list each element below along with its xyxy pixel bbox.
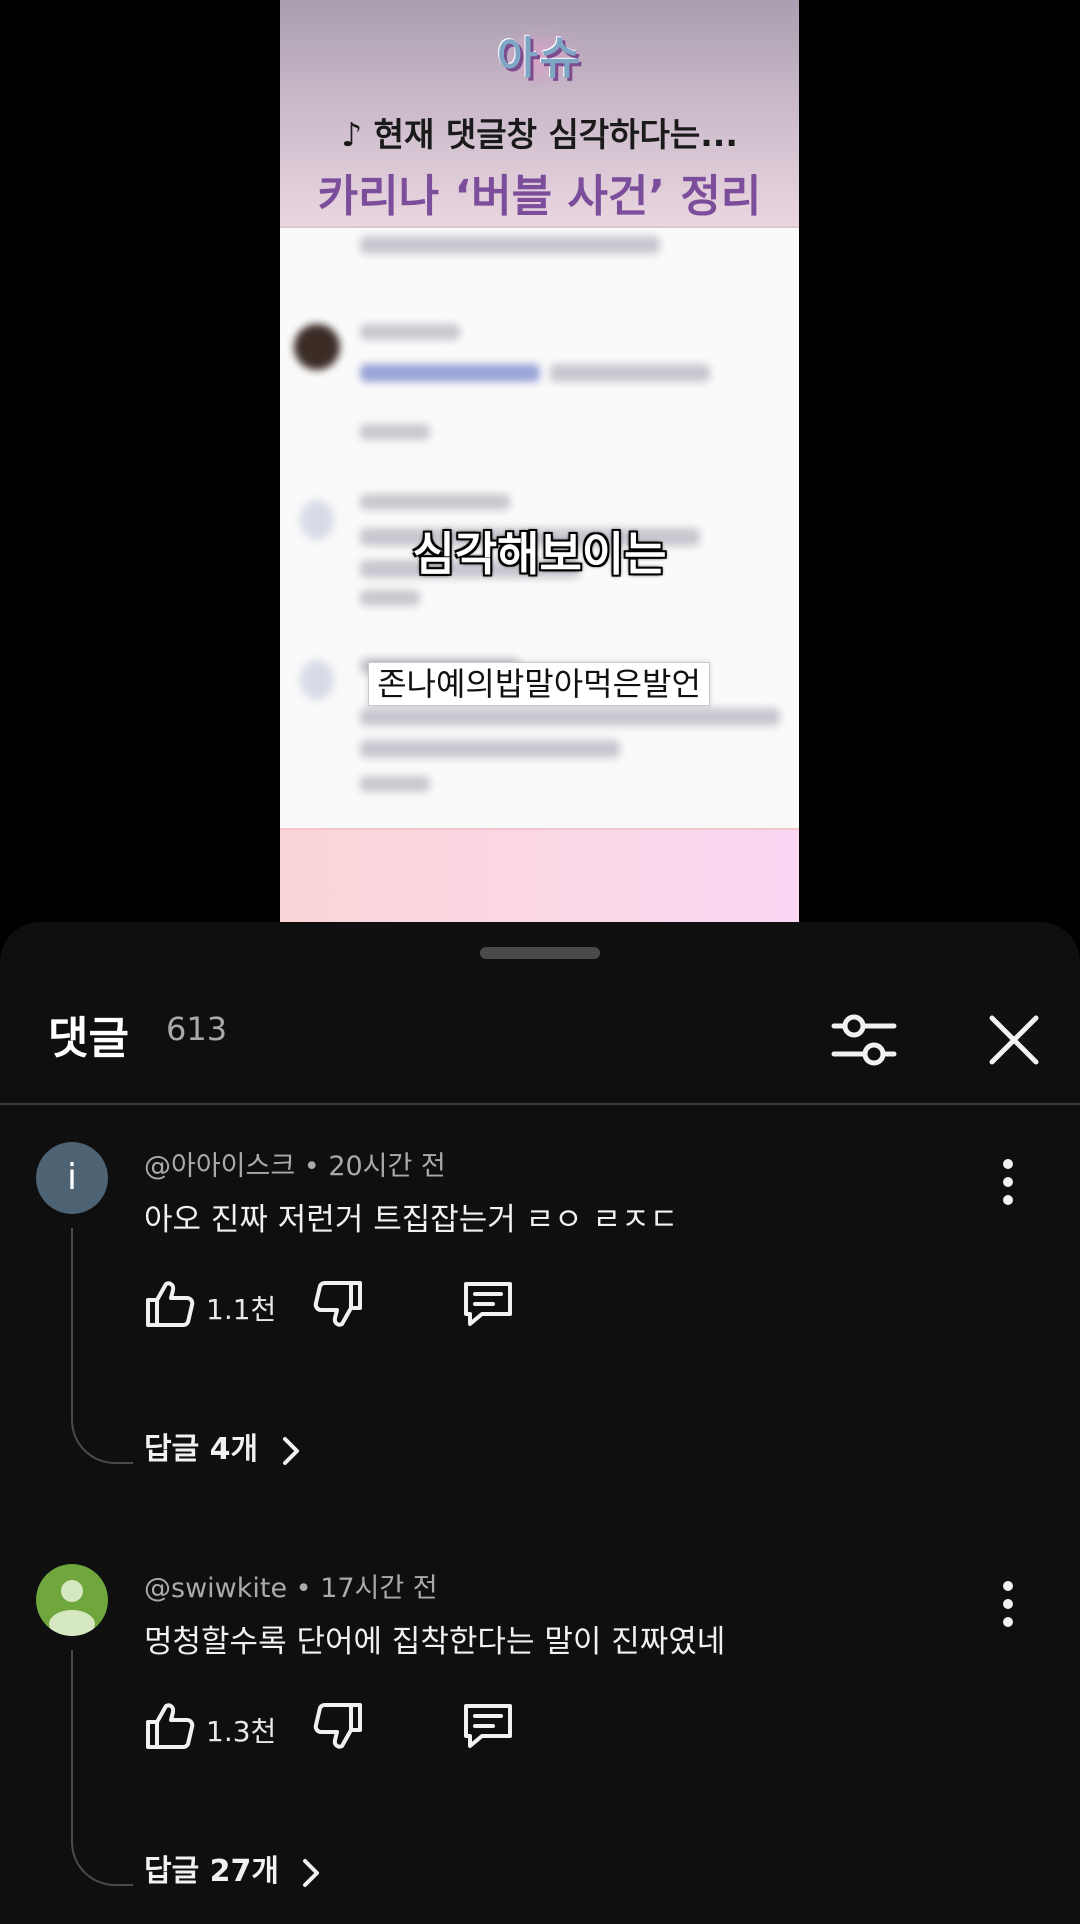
video-caption-emphasis: 심각해보이는 [412,527,667,581]
meta-separator: • [295,1573,321,1604]
filter-sliders-icon [831,1014,897,1066]
close-button[interactable] [978,1004,1050,1076]
comment-more-button[interactable] [990,1576,1026,1632]
comments-sheet: 댓글 613 i @아아이스크 • 20시간 전 아오 진짜 저런거 트집잡는거… [0,922,1080,1924]
video-headline-main: 카리나 ‘버블 사건’ 정리 [317,171,762,222]
comment-author[interactable]: @아아이스크 [144,1151,295,1182]
header-divider [0,1103,1080,1105]
comment-more-button[interactable] [990,1154,1026,1210]
comment-actions: 1.3천 [144,1700,644,1756]
comment-icon [464,1282,512,1326]
thread-connector-line [71,1650,133,1886]
comments-count: 613 [166,1010,228,1048]
avatar[interactable]: i [36,1142,108,1214]
sheet-drag-handle[interactable] [480,947,600,959]
comment-meta: @swiwkite • 17시간 전 [144,1566,438,1605]
comment-item: i @아아이스크 • 20시간 전 아오 진짜 저런거 트집잡는거 ㄹㅇ ㄹㅈㄷ [0,1142,1080,1562]
comment-text: 멍청할수록 단어에 집착한다는 말이 진짜였네 [144,1624,726,1660]
close-icon [989,1015,1039,1065]
default-user-icon [49,1580,95,1636]
comment-actions: 1.1천 [144,1278,644,1334]
comment-item: @swiwkite • 17시간 전 멍청할수록 단어에 집착한다는 말이 진짜… [0,1564,1080,1924]
video-footer-banner [280,828,799,922]
more-vertical-icon [1003,1159,1013,1205]
video-caption-quote: 존나예의밥말아먹은발언 [368,662,710,706]
like-count: 1.1천 [206,1293,277,1326]
reply-button[interactable] [460,1700,516,1752]
like-button[interactable] [144,1700,196,1752]
chevron-right-icon [303,1858,320,1887]
dislike-button[interactable] [312,1700,364,1752]
app-screen: 아슈 ♪ 현재 댓글창 심각하다는... 카리나 ‘버블 사건’ 정리 심각해보… [0,0,1080,1924]
video-header-banner: 아슈 ♪ 현재 댓글창 심각하다는... 카리나 ‘버블 사건’ 정리 [280,0,799,228]
comment-author[interactable]: @swiwkite [144,1573,287,1604]
channel-logo: 아슈 [497,33,582,84]
thumbs-up-icon [146,1703,195,1749]
dislike-button[interactable] [312,1278,364,1330]
view-replies-link[interactable]: 답글 27개 [144,1846,325,1896]
thumbs-down-icon [313,1281,362,1327]
like-count: 1.3천 [206,1715,277,1748]
comment-meta: @아아이스크 • 20시간 전 [144,1144,446,1183]
comment-time: 20시간 전 [328,1151,446,1182]
meta-separator: • [303,1151,329,1182]
thumbs-up-icon [146,1281,195,1327]
like-button[interactable] [144,1278,196,1330]
more-vertical-icon [1003,1581,1013,1627]
filter-button[interactable] [828,1004,900,1076]
comments-title: 댓글 [48,1013,129,1064]
thumbs-down-icon [313,1703,362,1749]
replies-count-label: 답글 4개 [144,1432,259,1467]
view-replies-link[interactable]: 답글 4개 [144,1424,305,1474]
comment-text: 아오 진짜 저런거 트집잡는거 ㄹㅇ ㄹㅈㄷ [144,1202,679,1238]
thread-connector-line [71,1228,133,1464]
comment-icon [464,1704,512,1748]
comment-time: 17시간 전 [320,1573,438,1604]
chevron-right-icon [282,1436,299,1465]
replies-count-label: 답글 27개 [144,1854,279,1889]
reply-button[interactable] [460,1278,516,1330]
video-player[interactable]: 아슈 ♪ 현재 댓글창 심각하다는... 카리나 ‘버블 사건’ 정리 심각해보… [280,0,799,922]
avatar[interactable] [36,1564,108,1636]
video-headline-top: ♪ 현재 댓글창 심각하다는... [341,115,738,154]
